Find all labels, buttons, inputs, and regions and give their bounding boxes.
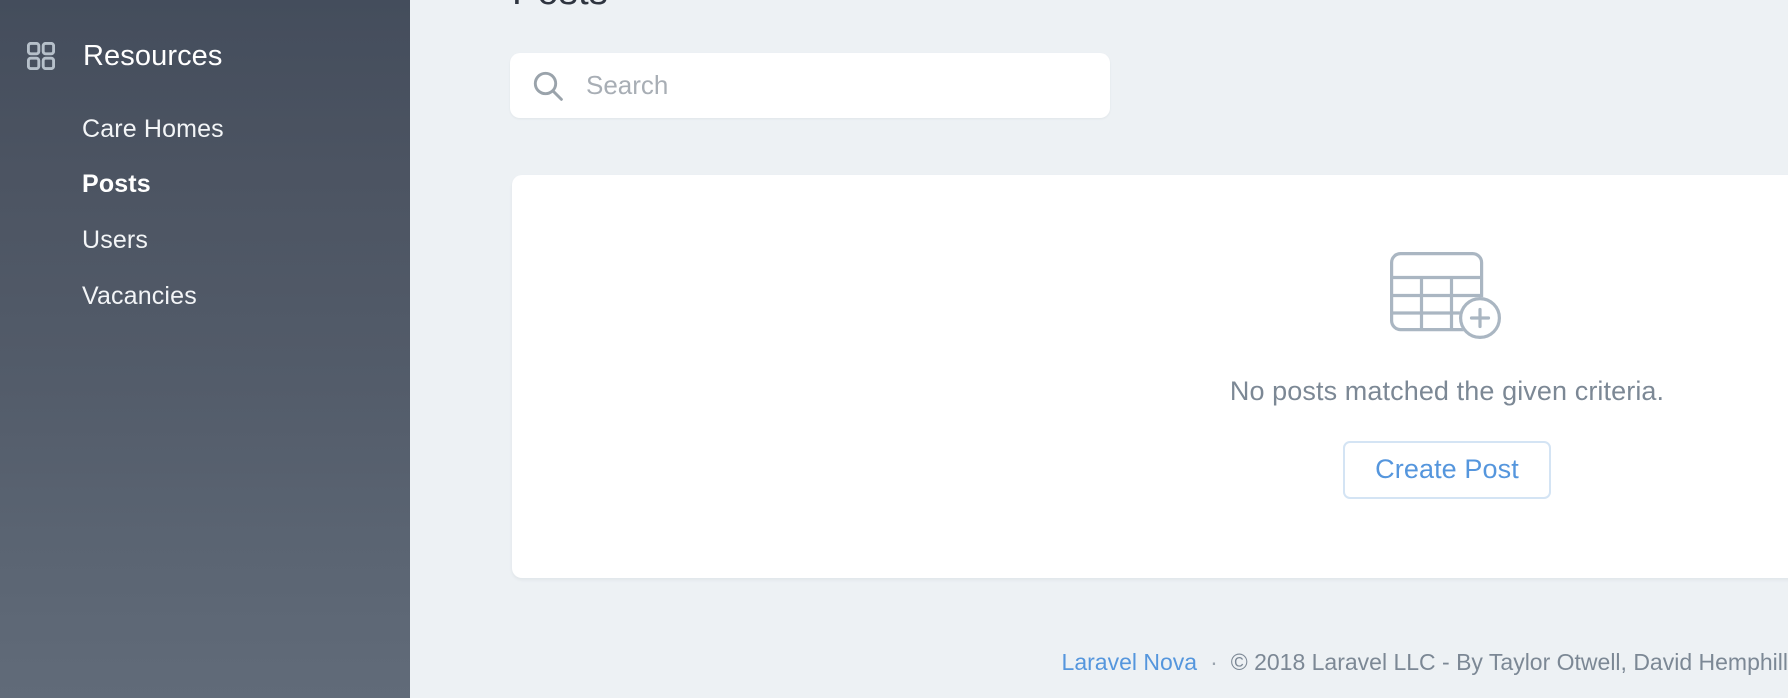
footer-laravel-nova-link[interactable]: Laravel Nova — [1062, 649, 1198, 676]
sidebar-heading-label: Resources — [83, 39, 223, 72]
sidebar-item-users[interactable]: Users — [82, 228, 148, 253]
empty-state: No posts matched the given criteria. Cre… — [1052, 175, 1788, 578]
sidebar: Resources Care Homes Posts Users Vacanci… — [0, 0, 410, 698]
table-add-icon — [1389, 251, 1505, 348]
search-input[interactable] — [586, 53, 1110, 118]
footer-copyright: © 2018 Laravel LLC - By Taylor Otwell, D… — [1230, 648, 1788, 675]
sidebar-item-care-homes[interactable]: Care Homes — [82, 117, 224, 142]
search-box[interactable] — [510, 53, 1110, 118]
sidebar-item-vacancies[interactable]: Vacancies — [82, 284, 197, 309]
create-post-button[interactable]: Create Post — [1343, 440, 1551, 499]
sidebar-item-posts[interactable]: Posts — [82, 172, 151, 197]
search-icon — [510, 53, 586, 118]
sidebar-heading-resources: Resources — [0, 34, 223, 78]
footer-separator: · — [1210, 648, 1218, 675]
empty-state-message: No posts matched the given criteria. — [1229, 375, 1665, 406]
posts-card: No posts matched the given criteria. Cre… — [512, 175, 1788, 578]
page-title: Posts — [512, 0, 608, 16]
main-content: Posts — [410, 0, 1788, 698]
footer: Laravel Nova · © 2018 Laravel LLC - By T… — [410, 645, 1788, 679]
grid-icon — [18, 42, 64, 70]
